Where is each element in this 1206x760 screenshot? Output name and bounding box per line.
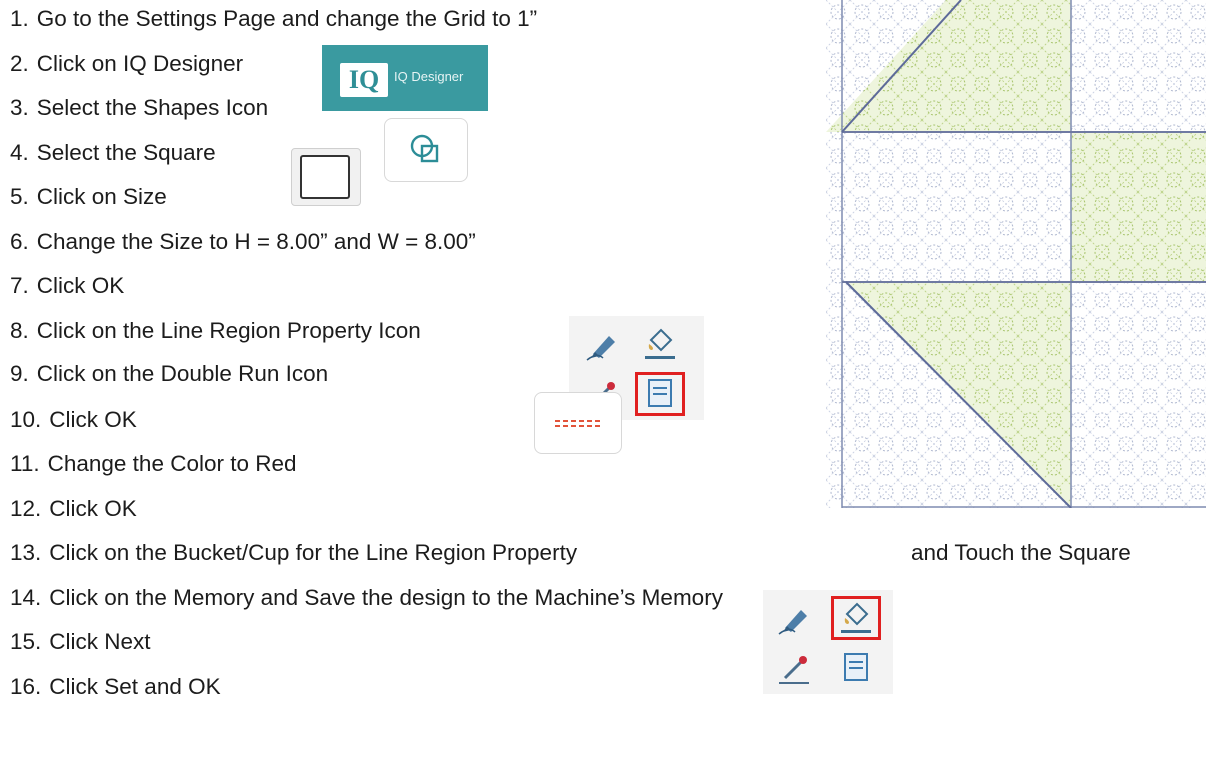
step-12: 12. Click OK <box>10 496 137 522</box>
step-4: 4. Select the Square <box>10 140 216 166</box>
step-text: Click on the Double Run Icon <box>36 361 329 386</box>
step-text: Click on Size <box>36 184 167 209</box>
step-8: 8. Click on the Line Region Property Icon <box>10 318 421 344</box>
line-dropper-glyph <box>779 656 809 684</box>
step-number: 15. <box>10 629 42 654</box>
step-text: Click OK <box>36 273 125 298</box>
step-number: 1. <box>10 6 29 31</box>
line-pen-icon[interactable] <box>579 322 629 366</box>
region-dropper-icon[interactable] <box>831 646 881 690</box>
step-number: 5. <box>10 184 29 209</box>
region-bucket-glyph <box>841 602 871 633</box>
step-text: Select the Shapes Icon <box>36 95 269 120</box>
step-number: 3. <box>10 95 29 120</box>
step-15: 15. Click Next <box>10 629 151 655</box>
step-number: 13. <box>10 540 42 565</box>
double-run-icon[interactable] <box>534 392 622 454</box>
step-number: 14. <box>10 585 42 610</box>
iq-designer-button[interactable]: IQ IQ Designer <box>322 45 488 111</box>
step-16: 16. Click Set and OK <box>10 674 221 700</box>
line-dropper-icon[interactable] <box>771 646 821 690</box>
line-pen-glyph <box>586 336 615 361</box>
step-1: 1. Go to the Settings Page and change the… <box>10 6 537 32</box>
step-text: Select the Square <box>36 140 216 165</box>
step-11: 11. Change the Color to Red <box>10 451 297 477</box>
region-bucket-icon[interactable] <box>635 322 685 366</box>
region-bucket-glyph <box>645 328 675 359</box>
step-2: 2. Click on IQ Designer <box>10 51 243 77</box>
square-shape-icon[interactable] <box>291 148 361 206</box>
iq-logo-mark: IQ <box>340 63 388 97</box>
step-text: Click OK <box>49 496 137 521</box>
step-5: 5. Click on Size <box>10 184 167 210</box>
iq-logo-label: IQ Designer <box>394 69 464 84</box>
step-text: Click on the Line Region Property Icon <box>36 318 421 343</box>
double-run-glyph <box>555 420 603 427</box>
step-text: Click on the Memory and Save the design … <box>49 585 723 610</box>
shapes-icon-glyph <box>410 134 439 163</box>
step-number: 16. <box>10 674 42 699</box>
step-text: Go to the Settings Page and change the G… <box>36 6 538 31</box>
step-14: 14. Click on the Memory and Save the desi… <box>10 585 723 611</box>
line-pen-icon[interactable] <box>771 596 821 640</box>
step-13-suffix: and Touch the Square <box>911 540 1131 565</box>
step-number: 7. <box>10 273 29 298</box>
step-3: 3. Select the Shapes Icon <box>10 95 268 121</box>
step-10: 10. Click OK <box>10 407 137 433</box>
region-bucket-icon[interactable] <box>831 596 881 640</box>
step-number: 2. <box>10 51 29 76</box>
step-text: Click Next <box>49 629 151 654</box>
region-dropper-glyph <box>844 653 868 681</box>
region-dropper-glyph <box>648 379 672 407</box>
region-dropper-icon[interactable] <box>635 372 685 416</box>
quilt-design-svg <box>826 0 1206 509</box>
step-text: Change the Color to Red <box>47 451 297 476</box>
step-number: 12. <box>10 496 42 521</box>
square-glyph <box>300 155 350 199</box>
step-13: 13. Click on the Bucket/Cup for the Line … <box>10 540 577 566</box>
step-number: 8. <box>10 318 29 343</box>
step-number: 4. <box>10 140 29 165</box>
quilt-design-image <box>826 0 1206 509</box>
step-text: Click OK <box>49 407 137 432</box>
step-text: Click Set and OK <box>49 674 221 699</box>
step-number: 6. <box>10 229 29 254</box>
step-9: 9. Click on the Double Run Icon <box>10 361 328 387</box>
step-number: 10. <box>10 407 42 432</box>
step-7: 7. Click OK <box>10 273 124 299</box>
line-region-property-panel-2[interactable] <box>763 590 893 694</box>
step-text: Click on IQ Designer <box>36 51 244 76</box>
step-6: 6. Change the Size to H = 8.00” and W = 8… <box>10 229 476 255</box>
shapes-icon[interactable] <box>384 118 468 182</box>
step-number: 11. <box>10 451 40 476</box>
step-text: Change the Size to H = 8.00” and W = 8.0… <box>36 229 476 254</box>
step-text: Click on the Bucket/Cup for the Line Reg… <box>49 540 578 565</box>
line-pen-glyph <box>778 610 807 635</box>
step-number: 9. <box>10 361 29 386</box>
